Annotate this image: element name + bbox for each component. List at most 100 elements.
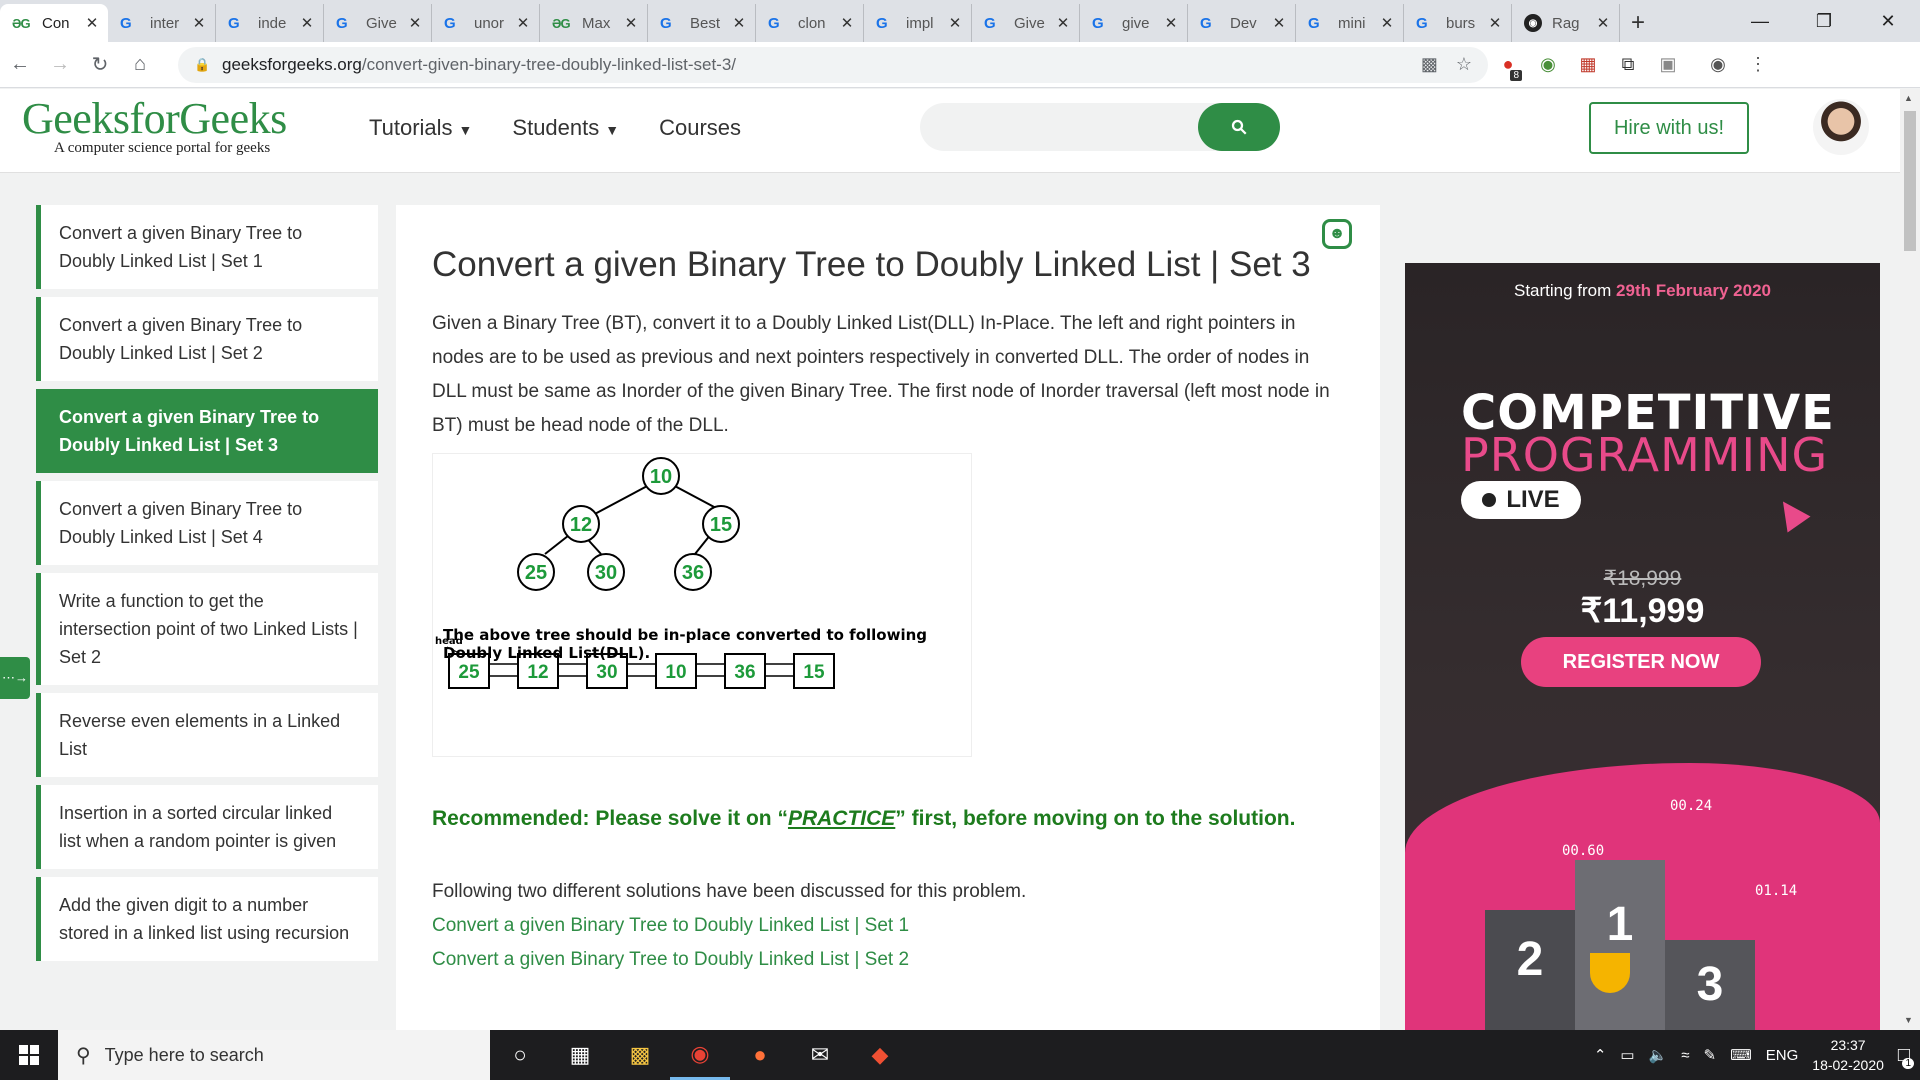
article-intro: Given a Binary Tree (BT), convert it to …: [432, 313, 1330, 436]
scroll-up-icon[interactable]: ▲: [1904, 93, 1913, 103]
git-taskbar-icon[interactable]: ◆: [850, 1030, 910, 1080]
site-header: GeeksforGeeks A computer science portal …: [0, 89, 1900, 173]
extension-camera-icon[interactable]: ▣: [1648, 45, 1688, 85]
sidebar-item[interactable]: Convert a given Binary Tree to Doubly Li…: [36, 481, 378, 565]
close-tab-icon[interactable]: ✕: [1595, 14, 1611, 32]
chrome-taskbar-icon[interactable]: ◉: [670, 1030, 730, 1080]
ad-live-label: LIVE: [1506, 486, 1560, 513]
browser-tab[interactable]: Gclon ✕: [756, 4, 864, 42]
cortana-icon[interactable]: ○: [490, 1030, 550, 1080]
keyboard-icon[interactable]: ⌨: [1730, 1046, 1752, 1064]
tree-node-value: 15: [710, 514, 732, 536]
back-button[interactable]: ←: [0, 45, 40, 85]
sidebar-item[interactable]: Insertion in a sorted circular linked li…: [36, 785, 378, 869]
browser-tab[interactable]: Ginter ✕: [108, 4, 216, 42]
system-tray: ⌃ ▭ 🔈 ≈ ✎ ⌨ ENG 23:37 18-02-2020 □ 1: [1594, 1035, 1920, 1075]
close-tab-icon[interactable]: ✕: [947, 14, 963, 32]
sidebar-item[interactable]: Convert a given Binary Tree to Doubly Li…: [36, 297, 378, 381]
forward-button[interactable]: →: [40, 45, 80, 85]
scrollbar-thumb[interactable]: [1904, 111, 1916, 251]
set-1-link[interactable]: Convert a given Binary Tree to Doubly Li…: [432, 909, 1344, 943]
extension-pdf-icon[interactable]: ▦: [1568, 45, 1608, 85]
task-view-icon[interactable]: ▦: [550, 1030, 610, 1080]
battery-icon[interactable]: ▭: [1620, 1046, 1634, 1064]
practice-link[interactable]: PRACTICE: [788, 807, 895, 830]
nav-item-courses[interactable]: Courses: [659, 115, 741, 141]
hire-with-us-button[interactable]: Hire with us!: [1589, 102, 1749, 154]
maximize-button[interactable]: ❐: [1792, 0, 1856, 42]
close-tab-icon[interactable]: ✕: [299, 14, 315, 32]
bookmark-user-icon[interactable]: ☻: [1322, 219, 1352, 249]
close-tab-icon[interactable]: ✕: [1487, 14, 1503, 32]
language-indicator[interactable]: ENG: [1766, 1047, 1799, 1064]
close-tab-icon[interactable]: ✕: [1379, 14, 1395, 32]
nav-item-students[interactable]: Students ▼: [512, 115, 619, 141]
search-button[interactable]: [1198, 103, 1280, 151]
close-tab-icon[interactable]: ✕: [623, 14, 639, 32]
browser-tab[interactable]: ƏG Max ✕: [540, 4, 648, 42]
browser-tab[interactable]: Gburs ✕: [1404, 4, 1512, 42]
close-tab-icon[interactable]: ✕: [1163, 14, 1179, 32]
mail-taskbar-icon[interactable]: ✉: [790, 1030, 850, 1080]
close-tab-icon[interactable]: ✕: [407, 14, 423, 32]
nav-item-tutorials[interactable]: Tutorials ▼: [369, 115, 472, 141]
sidebar-item[interactable]: Add the given digit to a number stored i…: [36, 877, 378, 961]
notification-icon[interactable]: □ 1: [1898, 1044, 1914, 1069]
taskbar-search-input[interactable]: ⚲ Type here to search: [58, 1030, 490, 1080]
user-avatar[interactable]: [1813, 99, 1869, 155]
sidebar-item[interactable]: Reverse even elements in a Linked List: [36, 693, 378, 777]
competitive-programming-ad[interactable]: Starting from 29th February 2020 COMPETI…: [1405, 263, 1880, 1030]
sidebar-item[interactable]: Convert a given Binary Tree to Doubly Li…: [36, 205, 378, 289]
scroll-down-icon[interactable]: ▼: [1904, 1015, 1913, 1025]
blocked-content-icon[interactable]: ▩: [1421, 54, 1438, 75]
close-tab-icon[interactable]: ✕: [1271, 14, 1287, 32]
new-tab-button[interactable]: +: [1620, 4, 1656, 42]
address-bar[interactable]: 🔒 geeksforgeeks.org/convert-given-binary…: [178, 46, 1488, 83]
bookmark-star-icon[interactable]: ☆: [1456, 54, 1472, 75]
wifi-icon[interactable]: ≈: [1681, 1047, 1689, 1064]
page-scrollbar[interactable]: ▲ ▼: [1900, 89, 1920, 1029]
file-explorer-icon[interactable]: ▩: [610, 1030, 670, 1080]
extension-globe-icon[interactable]: ◉: [1528, 45, 1568, 85]
close-tab-icon[interactable]: ✕: [1055, 14, 1071, 32]
profile-icon[interactable]: ◉: [1698, 45, 1738, 85]
minimize-button[interactable]: —: [1728, 0, 1792, 42]
tray-chevron-icon[interactable]: ⌃: [1594, 1046, 1607, 1064]
browser-tab[interactable]: Ggive ✕: [1080, 4, 1188, 42]
browser-tab[interactable]: G Give ✕: [324, 4, 432, 42]
windows-start-icon[interactable]: [0, 1030, 58, 1080]
close-tab-icon[interactable]: ✕: [731, 14, 747, 32]
close-tab-icon[interactable]: ✕: [515, 14, 531, 32]
sidebar-item[interactable]: Write a function to get the intersection…: [36, 573, 378, 685]
home-button[interactable]: ⌂: [120, 45, 160, 85]
pen-icon[interactable]: ✎: [1704, 1046, 1717, 1064]
taskbar-clock[interactable]: 23:37 18-02-2020: [1812, 1035, 1884, 1075]
browser-tab[interactable]: G Give ✕: [972, 4, 1080, 42]
site-search-input[interactable]: [920, 103, 1280, 151]
site-logo[interactable]: GeeksforGeeks A computer science portal …: [22, 93, 287, 157]
close-tab-icon[interactable]: ✕: [839, 14, 855, 32]
extension-screen-icon[interactable]: ⧉: [1608, 45, 1648, 85]
browser-tab[interactable]: Ginde ✕: [216, 4, 324, 42]
browser-tab[interactable]: ◉ Rag ✕: [1512, 4, 1620, 42]
sidebar-item[interactable]: Convert a given Binary Tree to Doubly Li…: [36, 389, 378, 473]
firefox-taskbar-icon[interactable]: ●: [730, 1030, 790, 1080]
close-tab-icon[interactable]: ✕: [191, 14, 207, 32]
close-window-button[interactable]: ✕: [1856, 0, 1920, 42]
close-tab-icon[interactable]: ✕: [84, 14, 100, 32]
browser-tab[interactable]: Gmini ✕: [1296, 4, 1404, 42]
browser-tab[interactable]: G Dev ✕: [1188, 4, 1296, 42]
logo-tagline: A computer science portal for geeks: [54, 140, 271, 156]
register-now-button[interactable]: REGISTER NOW: [1521, 637, 1761, 687]
set-2-link[interactable]: Convert a given Binary Tree to Doubly Li…: [432, 943, 1344, 977]
chrome-menu-icon[interactable]: ⋮: [1738, 45, 1778, 85]
sidebar-toggle-button[interactable]: ⋯→: [0, 657, 30, 699]
extension-badge-icon[interactable]: ● 8: [1488, 45, 1528, 85]
browser-tab[interactable]: Gunor ✕: [432, 4, 540, 42]
reload-button[interactable]: ↻: [80, 45, 120, 85]
google-favicon-icon: G: [1416, 14, 1428, 32]
browser-tab[interactable]: ƏG Con ✕: [0, 4, 108, 42]
browser-tab[interactable]: G Best ✕: [648, 4, 756, 42]
browser-tab[interactable]: Gimpl ✕: [864, 4, 972, 42]
volume-icon[interactable]: 🔈: [1649, 1046, 1668, 1064]
